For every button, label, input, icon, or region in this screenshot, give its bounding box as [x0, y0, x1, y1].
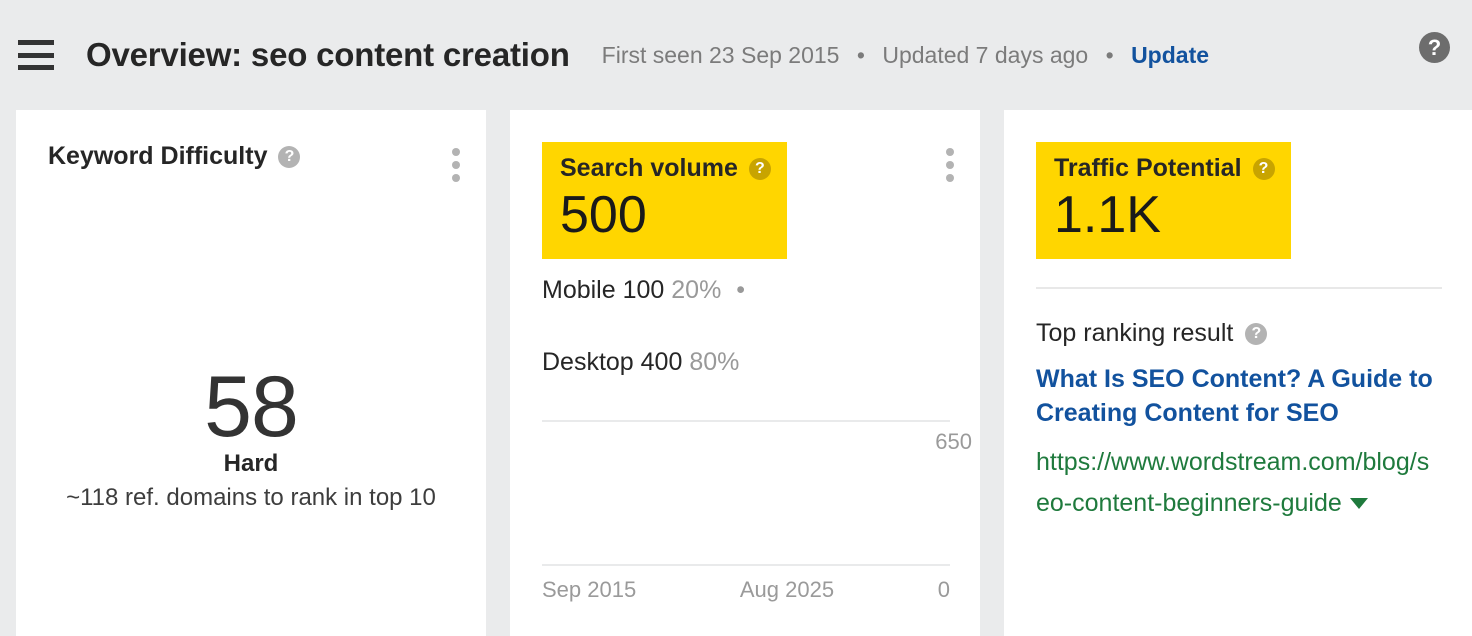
page-title: Overview: seo content creation — [86, 36, 570, 74]
kebab-dot — [452, 161, 460, 169]
traffic-potential-card: Traffic Potential ? 1.1K Top ranking res… — [1004, 110, 1472, 636]
chart-x-end-label: Aug 2025 — [740, 577, 834, 603]
hamburger-bar — [18, 53, 54, 58]
help-icon[interactable]: ? — [749, 158, 771, 180]
header-meta: First seen 23 Sep 2015 • Updated 7 days … — [602, 42, 1209, 69]
keyword-difficulty-gauge: 58 — [68, 212, 434, 444]
meta-separator: • — [1106, 42, 1114, 68]
card-header: Traffic Potential ? 1.1K — [1004, 110, 1472, 259]
kebab-dot — [452, 174, 460, 182]
updated-text: Updated 7 days ago — [882, 42, 1088, 68]
divider — [1036, 287, 1442, 289]
traffic-potential-title-group: Traffic Potential ? — [1054, 154, 1275, 183]
app-header: Overview: seo content creation First see… — [0, 0, 1472, 110]
top-ranking-result-label: Top ranking result — [1036, 319, 1233, 348]
help-icon[interactable]: ? — [1253, 158, 1275, 180]
search-volume-desktop-row: Desktop 400 80% — [510, 348, 980, 377]
card-header: Keyword Difficulty ? — [16, 110, 486, 182]
top-ranking-result-title[interactable]: What Is SEO Content? A Guide to Creating… — [1036, 362, 1442, 430]
kebab-dot — [946, 174, 954, 182]
card-title-text: Search volume — [560, 154, 738, 183]
meta-separator: • — [857, 42, 865, 68]
hamburger-bar — [18, 65, 54, 70]
mobile-label: Mobile 100 — [542, 276, 664, 304]
metrics-cards-row: Keyword Difficulty ? 58 Hard ~118 ref. d… — [0, 110, 1472, 636]
chart-x-axis: Sep 2015 Aug 2025 0 — [542, 577, 950, 603]
kebab-dot — [946, 148, 954, 156]
help-icon[interactable]: ? — [278, 146, 300, 168]
keyword-difficulty-card: Keyword Difficulty ? 58 Hard ~118 ref. d… — [16, 110, 486, 636]
hamburger-icon[interactable] — [18, 40, 54, 70]
hamburger-bar — [18, 40, 54, 45]
search-volume-chart[interactable]: 650 — [510, 415, 980, 573]
desktop-percent: 80% — [689, 348, 739, 376]
search-volume-chart-svg — [542, 415, 950, 573]
card-title-text: Traffic Potential — [1054, 154, 1242, 183]
traffic-potential-value: 1.1K — [1054, 187, 1275, 243]
card-header: Search volume ? 500 — [510, 110, 980, 259]
help-icon[interactable]: ? — [1419, 32, 1450, 63]
keyword-difficulty-subtext: ~118 ref. domains to rank in top 10 — [61, 482, 441, 513]
kebab-menu-icon[interactable] — [946, 142, 954, 182]
chevron-down-icon[interactable] — [1350, 498, 1368, 509]
traffic-potential-highlight: Traffic Potential ? 1.1K — [1036, 142, 1291, 259]
keyword-difficulty-title-group: Keyword Difficulty ? — [48, 142, 300, 171]
chart-x-start-label: Sep 2015 — [542, 577, 636, 603]
kebab-dot — [946, 161, 954, 169]
first-seen-text: First seen 23 Sep 2015 — [602, 42, 840, 68]
top-ranking-result-url[interactable]: https://www.wordstream.com/blog/seo-cont… — [1036, 448, 1429, 517]
keyword-difficulty-gauge-wrap: 58 Hard ~118 ref. domains to rank in top… — [16, 212, 486, 513]
top-ranking-result-url-group[interactable]: https://www.wordstream.com/blog/seo-cont… — [1036, 442, 1442, 523]
top-ranking-result-label-group: Top ranking result ? — [1036, 319, 1472, 348]
chart-y-min-label: 0 — [938, 577, 950, 603]
help-icon[interactable]: ? — [1245, 323, 1267, 345]
search-volume-title-group: Search volume ? — [560, 154, 771, 183]
desktop-label: Desktop 400 — [542, 348, 682, 376]
search-volume-value: 500 — [560, 187, 771, 243]
update-link[interactable]: Update — [1131, 42, 1209, 68]
keyword-difficulty-value: 58 — [68, 364, 434, 450]
kebab-menu-icon[interactable] — [452, 142, 460, 182]
kebab-dot — [452, 148, 460, 156]
search-volume-mobile-row: Mobile 100 20% • — [510, 276, 980, 305]
chart-y-max-label: 650 — [935, 429, 972, 455]
search-volume-highlight: Search volume ? 500 — [542, 142, 787, 259]
card-title-text: Keyword Difficulty — [48, 142, 267, 171]
mobile-percent: 20% — [671, 276, 721, 304]
search-volume-card: Search volume ? 500 Mobile 100 20% • Des… — [510, 110, 980, 636]
mobile-trailing-dot: • — [736, 276, 745, 304]
